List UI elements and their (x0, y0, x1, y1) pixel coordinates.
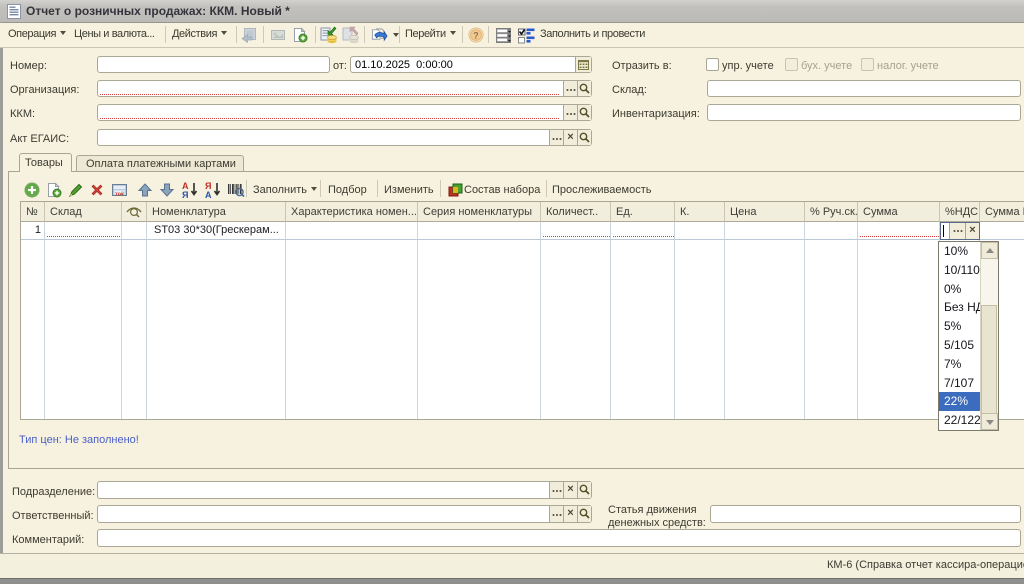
svg-text:ток: ток (115, 191, 124, 197)
svg-text:Я: Я (182, 190, 188, 199)
svg-text:?: ? (473, 31, 478, 41)
svg-text:А: А (205, 190, 212, 199)
